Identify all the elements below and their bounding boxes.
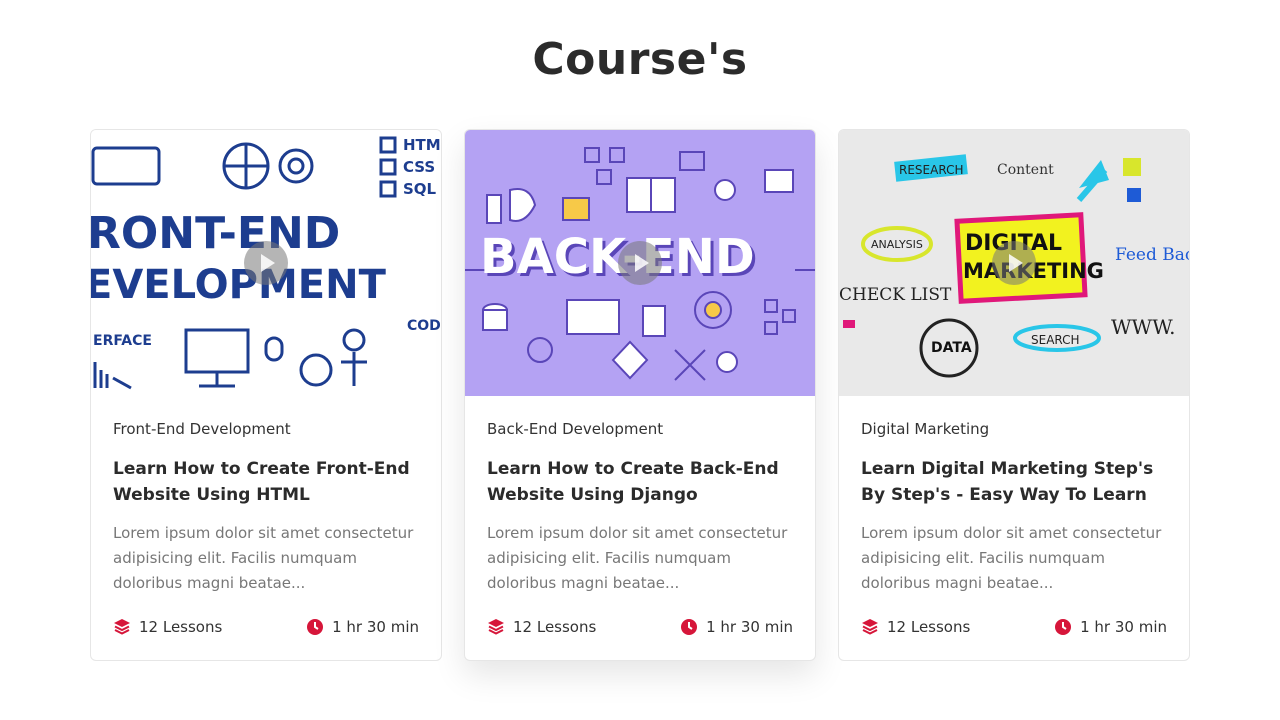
duration-label: 1 hr 30 min xyxy=(332,618,419,636)
course-thumbnail[interactable]: BACK-END BACK-END xyxy=(465,130,815,396)
course-meta: 12 Lessons 1 hr 30 min xyxy=(861,618,1167,636)
clock-icon xyxy=(681,619,698,635)
svg-text:CHECK LIST: CHECK LIST xyxy=(839,285,952,305)
course-card-frontend[interactable]: HTM CSS SQL RONT-END EVELOPMENT ERFACE C… xyxy=(90,129,442,661)
layers-icon xyxy=(114,619,130,635)
clock-icon xyxy=(307,619,324,635)
svg-text:RESEARCH: RESEARCH xyxy=(899,163,963,177)
svg-text:Feed Back: Feed Back xyxy=(1115,245,1189,265)
svg-text:BACK-END: BACK-END xyxy=(480,229,755,285)
course-title[interactable]: Learn How to Create Back-End Website Usi… xyxy=(487,456,793,508)
clock-icon xyxy=(1055,619,1072,635)
play-button[interactable] xyxy=(618,241,662,285)
course-list: HTM CSS SQL RONT-END EVELOPMENT ERFACE C… xyxy=(90,129,1190,661)
svg-text:CSS: CSS xyxy=(403,158,435,176)
duration-label: 1 hr 30 min xyxy=(1080,618,1167,636)
svg-text:SEARCH: SEARCH xyxy=(1031,333,1080,347)
page-title: Course's xyxy=(532,34,748,85)
course-duration: 1 hr 30 min xyxy=(1054,618,1167,636)
svg-text:COD: COD xyxy=(407,318,441,334)
lessons-count: 12 Lessons xyxy=(113,618,222,636)
play-button[interactable] xyxy=(244,241,288,285)
course-description: Lorem ipsum dolor sit amet consectetur a… xyxy=(861,524,1162,592)
course-title[interactable]: Learn Digital Marketing Step's By Step's… xyxy=(861,456,1167,508)
svg-text:ANALYSIS: ANALYSIS xyxy=(871,238,923,251)
lessons-label: 12 Lessons xyxy=(513,618,597,636)
lessons-label: 12 Lessons xyxy=(139,618,223,636)
svg-text:Content: Content xyxy=(997,162,1054,178)
svg-text:WWW.: WWW. xyxy=(1111,315,1176,339)
course-description: Lorem ipsum dolor sit amet consectetur a… xyxy=(487,524,788,592)
svg-text:RONT-END: RONT-END xyxy=(91,208,340,259)
svg-text:SQL: SQL xyxy=(403,180,437,198)
svg-text:ERFACE: ERFACE xyxy=(93,333,152,349)
course-thumbnail[interactable]: HTM CSS SQL RONT-END EVELOPMENT ERFACE C… xyxy=(91,130,441,396)
lessons-count: 12 Lessons xyxy=(861,618,970,636)
course-card-backend[interactable]: BACK-END BACK-END Back-End Development L… xyxy=(464,129,816,661)
course-title[interactable]: Learn How to Create Front-End Website Us… xyxy=(113,456,419,508)
lessons-label: 12 Lessons xyxy=(887,618,971,636)
course-duration: 1 hr 30 min xyxy=(680,618,793,636)
course-thumbnail[interactable]: RESEARCH Content ANALYSIS DIGITAL MARKET… xyxy=(839,130,1189,396)
lessons-count: 12 Lessons xyxy=(487,618,596,636)
course-category: Digital Marketing xyxy=(861,420,990,438)
course-meta: 12 Lessons 1 hr 30 min xyxy=(487,618,793,636)
svg-text:HTM: HTM xyxy=(403,136,441,154)
course-duration: 1 hr 30 min xyxy=(306,618,419,636)
course-meta: 12 Lessons 1 hr 30 min xyxy=(113,618,419,636)
play-button[interactable] xyxy=(992,241,1036,285)
course-category: Back-End Development xyxy=(487,420,664,438)
svg-text:EVELOPMENT: EVELOPMENT xyxy=(91,262,387,308)
duration-label: 1 hr 30 min xyxy=(706,618,793,636)
course-category: Front-End Development xyxy=(113,420,291,438)
svg-text:DATA: DATA xyxy=(931,340,972,356)
layers-icon xyxy=(862,619,878,635)
course-card-marketing[interactable]: RESEARCH Content ANALYSIS DIGITAL MARKET… xyxy=(838,129,1190,661)
course-description: Lorem ipsum dolor sit amet consectetur a… xyxy=(113,524,414,592)
layers-icon xyxy=(488,619,504,635)
